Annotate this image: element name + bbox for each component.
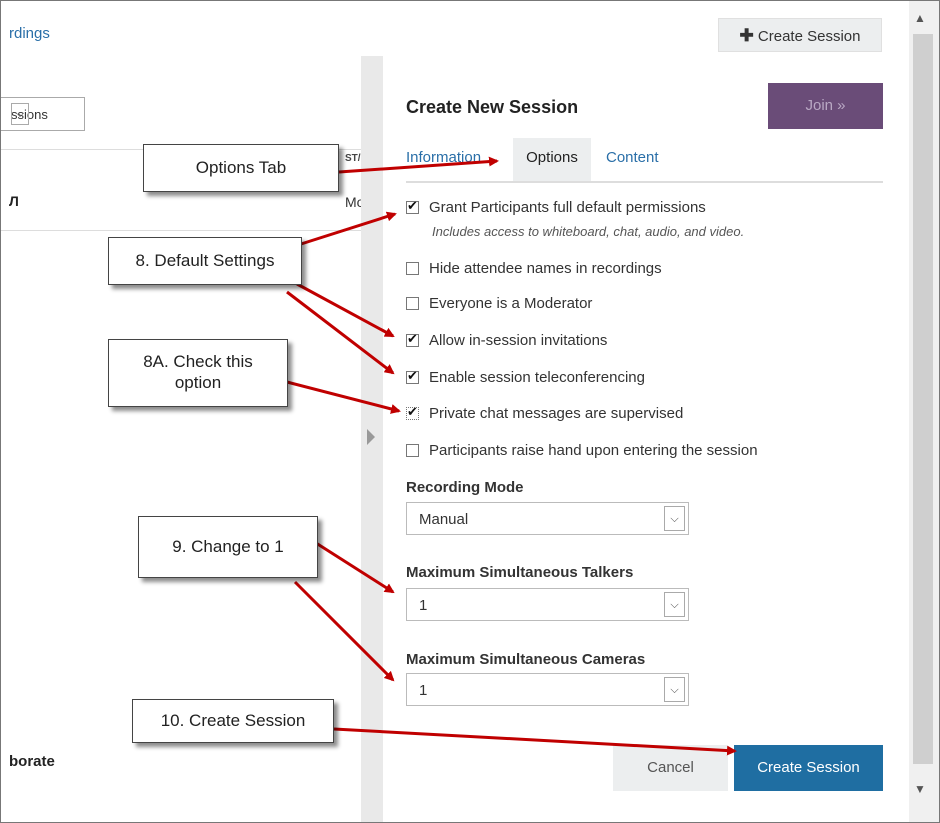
arrow-create-session [333, 727, 737, 756]
callout-line: 8A. Check this [143, 352, 253, 371]
callout-line: option [174, 373, 222, 392]
arrow-default-settings-3 [286, 290, 395, 375]
callout-default-settings: 8. Default Settings [108, 237, 302, 285]
callout-create-session: 10. Create Session [132, 699, 334, 743]
arrow-options-tab [338, 156, 499, 174]
callout-check-option: 8A. Check this option [108, 339, 288, 407]
arrow-default-settings-1 [300, 211, 397, 246]
arrow-change-talkers [315, 541, 395, 594]
arrow-change-cameras [293, 580, 395, 682]
callout-change-to-1: 9. Change to 1 [138, 516, 318, 578]
arrow-check-option [286, 380, 401, 414]
callout-options-tab: Options Tab [143, 144, 339, 192]
screenshot-frame: rdings ssions ⌵ ST/ Л Mo borate ✚ Create… [0, 0, 940, 823]
